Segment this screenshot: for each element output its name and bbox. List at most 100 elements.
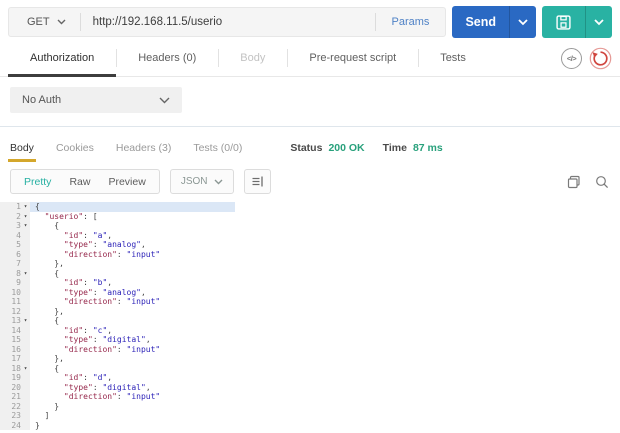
json-punctuation bbox=[35, 231, 64, 240]
json-punctuation bbox=[35, 383, 64, 392]
fold-arrow-icon[interactable]: ▾ bbox=[21, 212, 30, 222]
tab-tests[interactable]: Tests bbox=[418, 40, 488, 76]
fold-arrow-icon[interactable]: ▾ bbox=[21, 202, 30, 212]
copy-icon[interactable] bbox=[566, 174, 582, 190]
json-punctuation: , bbox=[107, 325, 113, 335]
chevron-down-icon bbox=[214, 179, 223, 184]
code-text: "type": "digital", bbox=[30, 383, 151, 393]
line-number: 21 bbox=[11, 392, 21, 401]
auth-type-select[interactable]: No Auth bbox=[10, 87, 182, 113]
code-text: "id": "a", bbox=[30, 231, 112, 241]
tab-pre-request-script[interactable]: Pre-request script bbox=[287, 40, 418, 76]
code-text: "direction": "input" bbox=[30, 250, 160, 260]
line-number: 10 bbox=[11, 287, 21, 297]
tab-body[interactable]: Body bbox=[218, 40, 287, 76]
gutter: 3 ▾ bbox=[0, 221, 30, 231]
line-number: 20 bbox=[11, 382, 21, 392]
response-meta: Status 200 OK Time 87 ms bbox=[290, 142, 454, 158]
json-value: "a" bbox=[92, 230, 108, 240]
line-number: 19 bbox=[11, 373, 21, 382]
code-line: 19 "id": "d", bbox=[0, 373, 620, 383]
language-select[interactable]: JSON bbox=[169, 169, 235, 194]
code-line: 4 "id": "a", bbox=[0, 230, 620, 241]
json-punctuation: : bbox=[116, 297, 127, 306]
json-key: "direction" bbox=[63, 249, 117, 259]
response-tab-cookies[interactable]: Cookies bbox=[56, 138, 94, 162]
tab-headers-0[interactable]: Headers (0) bbox=[116, 40, 218, 76]
fold-arrow-icon[interactable]: ▾ bbox=[21, 221, 30, 231]
json-punctuation: , bbox=[107, 278, 113, 287]
view-mode-pretty[interactable]: Pretty bbox=[15, 176, 60, 188]
json-value: "d" bbox=[92, 373, 108, 382]
response-tab-tests-0-0[interactable]: Tests (0/0) bbox=[193, 138, 242, 162]
gutter: 24 bbox=[0, 420, 30, 430]
code-text: "direction": "input" bbox=[30, 392, 160, 402]
fold-arrow-icon[interactable]: ▾ bbox=[21, 269, 30, 279]
gutter: 10 bbox=[0, 287, 30, 297]
view-mode-raw[interactable]: Raw bbox=[60, 176, 99, 188]
view-mode-preview[interactable]: Preview bbox=[99, 176, 154, 188]
save-options-chevron-icon[interactable] bbox=[586, 6, 612, 38]
code-line: 20 "type": "digital", bbox=[0, 382, 620, 393]
send-options-chevron-icon[interactable] bbox=[510, 6, 536, 38]
json-value: "input" bbox=[126, 392, 161, 401]
gutter: 17 bbox=[0, 354, 30, 364]
code-line: 24} bbox=[0, 420, 620, 430]
tab-authorization[interactable]: Authorization bbox=[8, 40, 117, 77]
json-punctuation: : bbox=[92, 287, 103, 297]
response-body-editor[interactable]: 1 ▾{2 ▾ "userio": [3 ▾ {4 "id": "a", 5 "type… bbox=[0, 202, 620, 430]
code-text: "direction": "input" bbox=[30, 297, 160, 307]
response-tab-body[interactable]: Body bbox=[8, 138, 36, 162]
wrap-text-icon[interactable] bbox=[244, 169, 272, 194]
json-punctuation: { bbox=[35, 202, 40, 211]
request-tab-icons: </> bbox=[561, 40, 612, 76]
response-tabs: Body Cookies Headers (3) Tests (0/0) Status… bbox=[0, 127, 620, 162]
json-punctuation: : bbox=[83, 373, 93, 382]
json-punctuation: } bbox=[35, 420, 40, 430]
response-tab-headers-3[interactable]: Headers (3) bbox=[116, 138, 171, 162]
method-dropdown[interactable]: GET bbox=[9, 8, 80, 36]
save-floppy-icon bbox=[542, 6, 585, 38]
code-text: { bbox=[30, 202, 235, 212]
fold-arrow-icon[interactable]: ▾ bbox=[21, 364, 30, 374]
code-text: }, bbox=[30, 354, 64, 364]
language-value: JSON bbox=[180, 176, 208, 187]
send-button[interactable]: Send bbox=[452, 6, 536, 38]
json-punctuation: , bbox=[145, 382, 151, 392]
code-text: }, bbox=[30, 307, 64, 317]
json-punctuation bbox=[35, 212, 45, 221]
json-punctuation: , bbox=[107, 373, 113, 382]
json-punctuation bbox=[35, 392, 64, 401]
params-button[interactable]: Params bbox=[376, 16, 446, 28]
json-punctuation bbox=[35, 326, 64, 335]
json-key: "userio" bbox=[44, 211, 84, 221]
code-line: 22 } bbox=[0, 401, 620, 411]
gutter: 22 bbox=[0, 401, 30, 411]
save-button[interactable] bbox=[542, 6, 612, 38]
json-punctuation: : bbox=[92, 240, 103, 249]
gutter: 12 bbox=[0, 306, 30, 317]
json-punctuation: ] bbox=[35, 411, 50, 420]
search-icon[interactable] bbox=[594, 174, 610, 190]
code-line: 5 "type": "analog", bbox=[0, 240, 620, 250]
code-line: 11 "direction": "input" bbox=[0, 297, 620, 307]
status-value: 200 OK bbox=[328, 141, 365, 154]
code-line: 1 ▾ { bbox=[0, 202, 620, 212]
code-line: 9 "id": "b", bbox=[0, 278, 620, 288]
url-input[interactable] bbox=[80, 8, 375, 36]
json-punctuation bbox=[35, 345, 64, 354]
fold-arrow-icon[interactable]: ▾ bbox=[21, 316, 30, 326]
json-punctuation: }, bbox=[35, 259, 64, 268]
code-line: 12 }, bbox=[0, 306, 620, 317]
json-key: "direction" bbox=[63, 344, 117, 354]
line-number: 14 bbox=[11, 325, 21, 335]
generate-code-icon[interactable]: </> bbox=[561, 47, 582, 69]
reset-icon[interactable] bbox=[589, 47, 612, 70]
